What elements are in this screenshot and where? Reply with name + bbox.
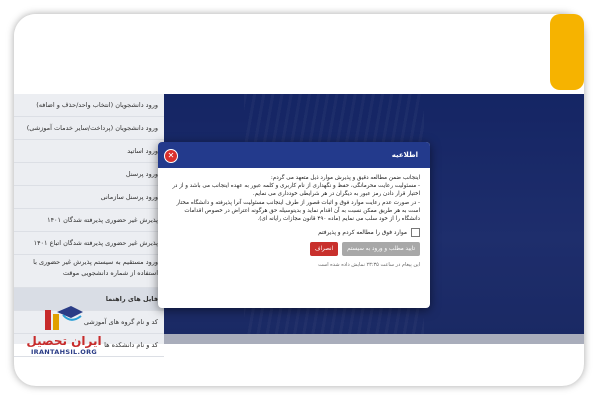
modal-body: اینجانب ضمن مطالعه دقیق و پذیرش موارد ذی… (158, 168, 430, 270)
close-icon[interactable]: ✕ (164, 149, 178, 163)
sidebar-item-admission-1401[interactable]: پذیرش غیر حضوری پذیرفته شدگان ۱۴۰۱ (14, 209, 164, 232)
sidebar-item-admission-foreign-1401[interactable]: پذیرش غیر حضوری پذیرفته شدگان اتباع ۱۴۰۱ (14, 232, 164, 255)
logo-url: IRANTAHSIL.ORG (30, 348, 98, 356)
modal-timestamp-note: این پیغام در ساعت ۲۳:۳۵ نمایش داده شده ا… (318, 262, 420, 269)
modal-title: اطلاعیه (391, 151, 418, 159)
sidebar-item-org-staff[interactable]: ورود پرسنل سازمانی (14, 186, 164, 209)
accent-tab (550, 14, 584, 90)
modal-header: اطلاعیه ✕ (158, 142, 430, 168)
site-logo: ایران تحصیل IRANTAHSIL.ORG (24, 304, 104, 378)
modal-intro-text: اینجانب ضمن مطالعه دقیق و پذیرش موارد ذی… (270, 175, 420, 181)
sidebar-item-student-registration[interactable]: ورود دانشجویان (انتخاب واحد/حذف و اضافه) (14, 94, 164, 117)
sidebar-item-professors[interactable]: ورود اساتید (14, 140, 164, 163)
modal-rule-1: - مسئولیت رعایت محرمانگی، حفظ و نگهداری … (172, 183, 420, 198)
graduation-cap-icon (43, 304, 85, 332)
cancel-button[interactable]: انصراف (309, 242, 339, 257)
modal-actions: تایید مطلب و ورود به سیستم انصراف (168, 242, 420, 257)
sidebar-item-direct-admission[interactable]: ورود مستقیم به سیستم پذیرش غیر حضوری با … (14, 255, 164, 288)
agreement-row: موارد فوق را مطالعه کردم و پذیرفتم (168, 228, 420, 238)
sidebar-item-student-payment[interactable]: ورود دانشجویان (پرداخت/سایر خدمات آموزشی… (14, 117, 164, 140)
agreement-label[interactable]: موارد فوق را مطالعه کردم و پذیرفتم (318, 229, 407, 237)
logo-name: ایران تحصیل (26, 334, 102, 348)
confirm-login-button[interactable]: تایید مطلب و ورود به سیستم (342, 242, 420, 257)
page-header (14, 14, 584, 94)
modal-rule-2: - در صورت عدم رعایت موارد فوق و اثبات قص… (176, 199, 420, 223)
sidebar-item-staff[interactable]: ورود پرسنل (14, 163, 164, 186)
announcement-modal: اطلاعیه ✕ اینجانب ضمن مطالعه دقیق و پذیر… (158, 142, 430, 308)
agreement-checkbox[interactable] (411, 228, 420, 238)
